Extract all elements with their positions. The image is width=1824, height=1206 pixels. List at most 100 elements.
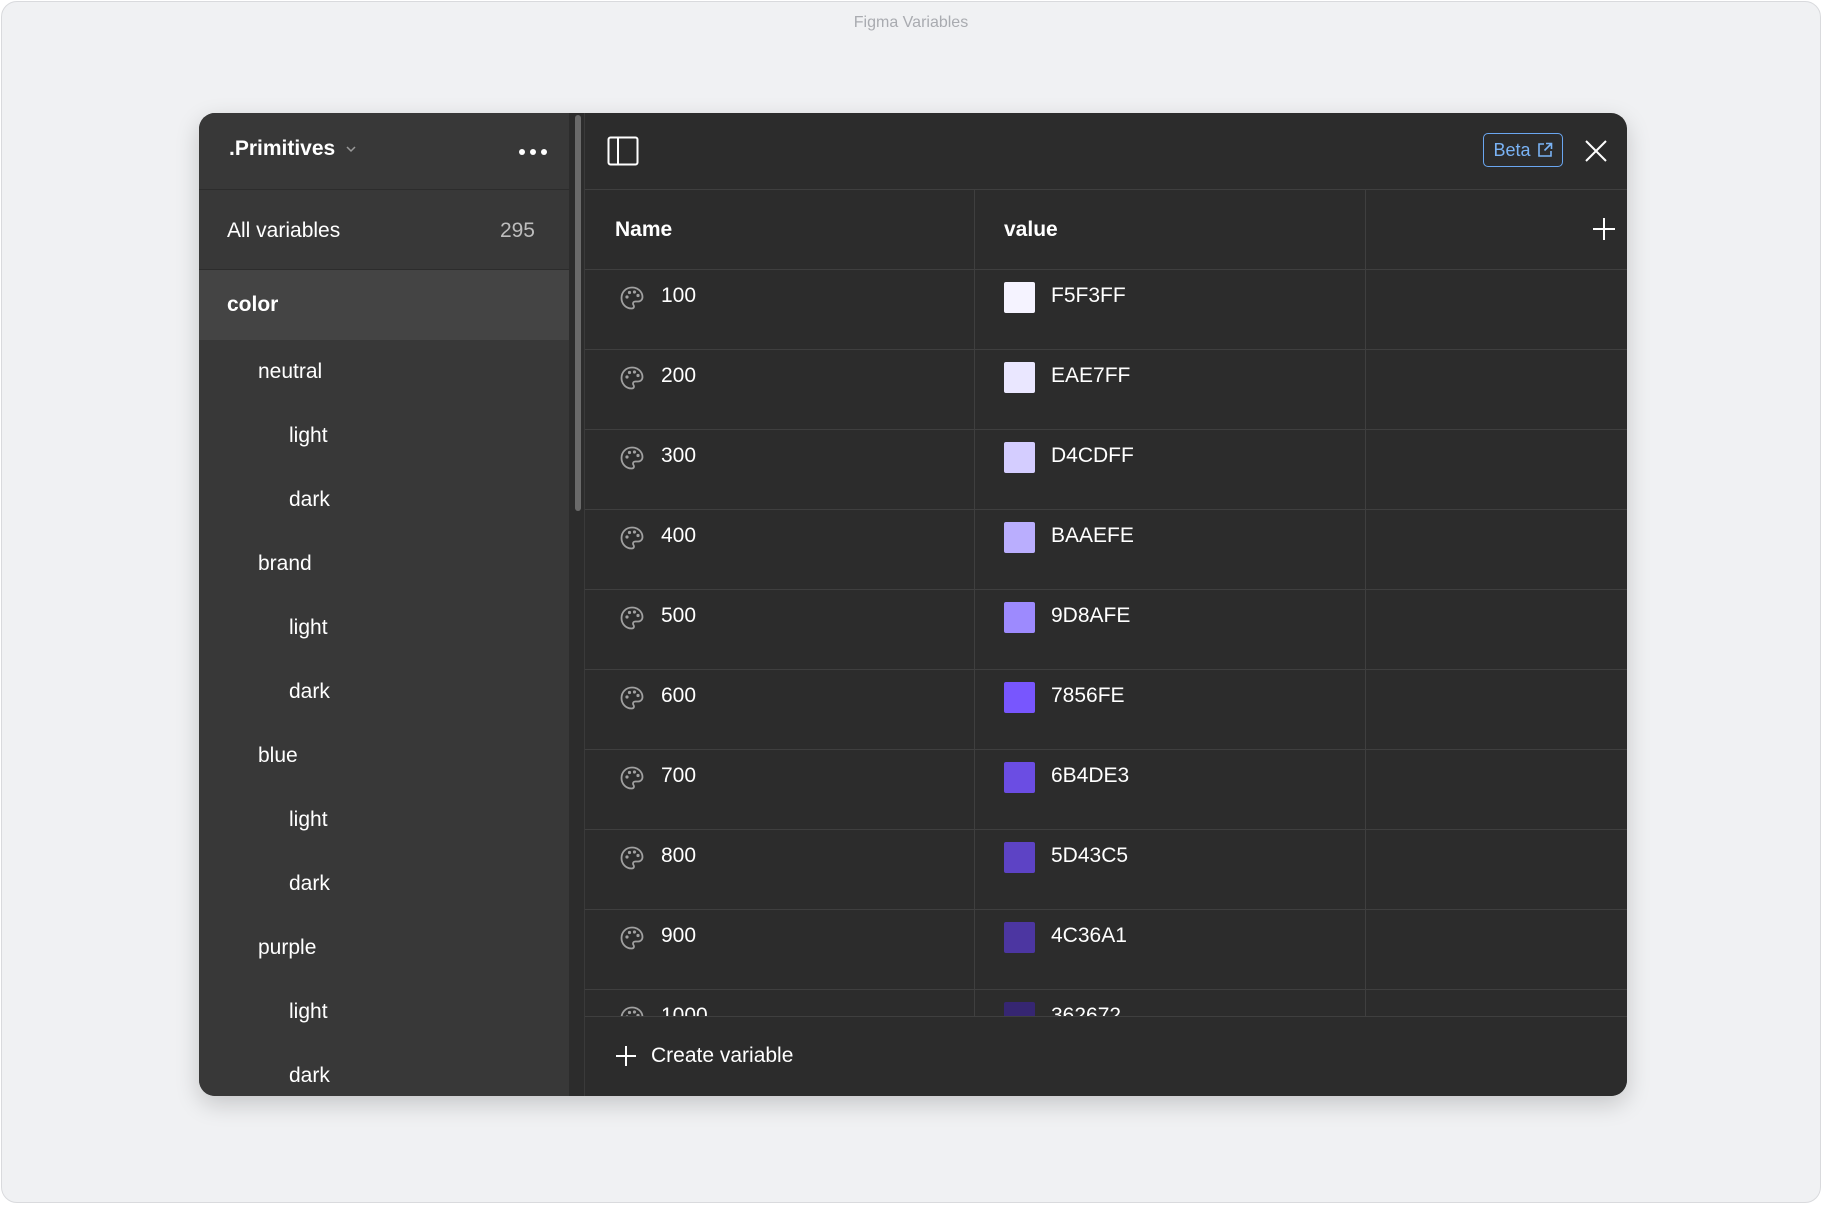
variable-name[interactable]: 700 — [661, 764, 696, 788]
dot-icon — [519, 149, 525, 155]
sidebar-item-label: brand — [258, 552, 312, 575]
sidebar: .Primitives All variables 295 color neutr… — [199, 113, 569, 1096]
table-row[interactable]: 800 5D43C5 — [585, 830, 1627, 910]
sidebar-item-label: dark — [289, 1064, 330, 1087]
sidebar-item-label: dark — [289, 872, 330, 895]
all-variables-count: 295 — [499, 219, 535, 242]
variables-panel: .Primitives All variables 295 color neutr… — [199, 113, 1627, 1096]
more-options-button[interactable] — [513, 137, 553, 167]
color-swatch[interactable] — [1004, 602, 1035, 633]
dot-icon — [530, 149, 536, 155]
variable-name[interactable]: 800 — [661, 844, 696, 868]
table-header: Name value — [585, 190, 1627, 270]
add-column-icon[interactable] — [1591, 216, 1617, 242]
create-variable-label: Create variable — [651, 1044, 794, 1067]
sidebar-item-label: purple — [258, 936, 317, 959]
column-header-name: Name — [615, 218, 673, 241]
sidebar-item-blue[interactable]: blue — [199, 724, 569, 788]
variable-name[interactable]: 100 — [661, 284, 696, 308]
variable-name[interactable]: 600 — [661, 684, 696, 708]
window-title: Figma Variables — [853, 14, 969, 31]
sidebar-item-label: light — [289, 1000, 328, 1023]
sidebar-item-light[interactable]: light — [199, 788, 569, 852]
variable-value[interactable]: F5F3FF — [1051, 284, 1126, 308]
group-list: color neutral light dark brand light dark blue l… — [199, 270, 569, 1096]
palette-icon — [619, 445, 645, 471]
variable-value[interactable]: 6B4DE3 — [1051, 764, 1129, 788]
color-swatch[interactable] — [1004, 362, 1035, 393]
table-row[interactable]: 400 BAAEFE — [585, 510, 1627, 590]
table-row[interactable]: 200 EAE7FF — [585, 350, 1627, 430]
variable-value[interactable]: 362672 — [1051, 1004, 1121, 1016]
table-row[interactable]: 1000 362672 — [585, 990, 1627, 1016]
color-swatch[interactable] — [1004, 1002, 1035, 1016]
table-row[interactable]: 600 7856FE — [585, 670, 1627, 750]
sidebar-item-light[interactable]: light — [199, 980, 569, 1044]
collection-dropdown[interactable]: .Primitives — [229, 137, 357, 161]
variable-name[interactable]: 900 — [661, 924, 696, 948]
variable-name[interactable]: 300 — [661, 444, 696, 468]
beta-label: Beta — [1493, 139, 1531, 160]
chevron-down-icon — [346, 146, 356, 153]
sidebar-item-dark[interactable]: dark — [199, 660, 569, 724]
palette-icon — [619, 365, 645, 391]
sidebar-item-neutral[interactable]: neutral — [199, 340, 569, 404]
plus-icon — [616, 1046, 636, 1066]
table-row[interactable]: 500 9D8AFE — [585, 590, 1627, 670]
table-row[interactable]: 100 F5F3FF — [585, 270, 1627, 350]
variable-value[interactable]: EAE7FF — [1051, 364, 1130, 388]
color-swatch[interactable] — [1004, 442, 1035, 473]
variable-value[interactable]: 4C36A1 — [1051, 924, 1127, 948]
sidebar-item-label: light — [289, 424, 328, 447]
table-row[interactable]: 700 6B4DE3 — [585, 750, 1627, 830]
palette-icon — [619, 285, 645, 311]
palette-icon — [619, 1005, 645, 1016]
color-swatch[interactable] — [1004, 522, 1035, 553]
variable-value[interactable]: D4CDFF — [1051, 444, 1134, 468]
sidebar-item-dark[interactable]: dark — [199, 468, 569, 532]
sidebar-item-light[interactable]: light — [199, 404, 569, 468]
sidebar-item-dark[interactable]: dark — [199, 1044, 569, 1096]
sidebar-item-label: neutral — [258, 360, 323, 383]
sidebar-item-light[interactable]: light — [199, 596, 569, 660]
variable-name[interactable]: 1000 — [661, 1004, 708, 1016]
palette-icon — [619, 925, 645, 951]
sidebar-item-label: dark — [289, 680, 330, 703]
variable-name[interactable]: 200 — [661, 364, 696, 388]
scrollbar-thumb[interactable] — [575, 115, 581, 511]
table-row[interactable]: 300 D4CDFF — [585, 430, 1627, 510]
main-area: Beta Name value 100 F5F3FF 200 EAE7FF 30… — [585, 113, 1627, 1096]
variables-table: Name value 100 F5F3FF 200 EAE7FF 300 D4CDFF 40… — [585, 190, 1627, 1016]
table-body: 100 F5F3FF 200 EAE7FF 300 D4CDFF 400 BAAEFE 500 9… — [585, 270, 1627, 1016]
sidebar-item-dark[interactable]: dark — [199, 852, 569, 916]
color-swatch[interactable] — [1004, 842, 1035, 873]
color-swatch[interactable] — [1004, 922, 1035, 953]
external-link-icon — [1537, 142, 1552, 157]
variable-value[interactable]: 9D8AFE — [1051, 604, 1130, 628]
variable-value[interactable]: 5D43C5 — [1051, 844, 1128, 868]
palette-icon — [619, 605, 645, 631]
variable-value[interactable]: BAAEFE — [1051, 524, 1134, 548]
create-variable-button[interactable]: Create variable — [615, 1044, 793, 1068]
palette-icon — [619, 845, 645, 871]
sidebar-toggle-icon[interactable] — [607, 136, 639, 166]
sidebar-item-color[interactable]: color — [199, 270, 569, 340]
all-variables-item[interactable]: All variables 295 — [199, 190, 569, 270]
sidebar-item-purple[interactable]: purple — [199, 916, 569, 980]
sidebar-scrollbar[interactable] — [569, 113, 585, 1096]
sidebar-item-label: blue — [258, 744, 298, 767]
color-swatch[interactable] — [1004, 682, 1035, 713]
color-swatch[interactable] — [1004, 762, 1035, 793]
collection-name: .Primitives — [229, 137, 336, 160]
color-swatch[interactable] — [1004, 282, 1035, 313]
variable-name[interactable]: 400 — [661, 524, 696, 548]
close-icon[interactable] — [1582, 137, 1610, 165]
sidebar-item-label: color — [227, 293, 279, 316]
variable-name[interactable]: 500 — [661, 604, 696, 628]
beta-button[interactable]: Beta — [1483, 133, 1563, 167]
variable-value[interactable]: 7856FE — [1051, 684, 1125, 708]
table-row[interactable]: 900 4C36A1 — [585, 910, 1627, 990]
palette-icon — [619, 685, 645, 711]
sidebar-item-brand[interactable]: brand — [199, 532, 569, 596]
dot-icon — [541, 149, 547, 155]
